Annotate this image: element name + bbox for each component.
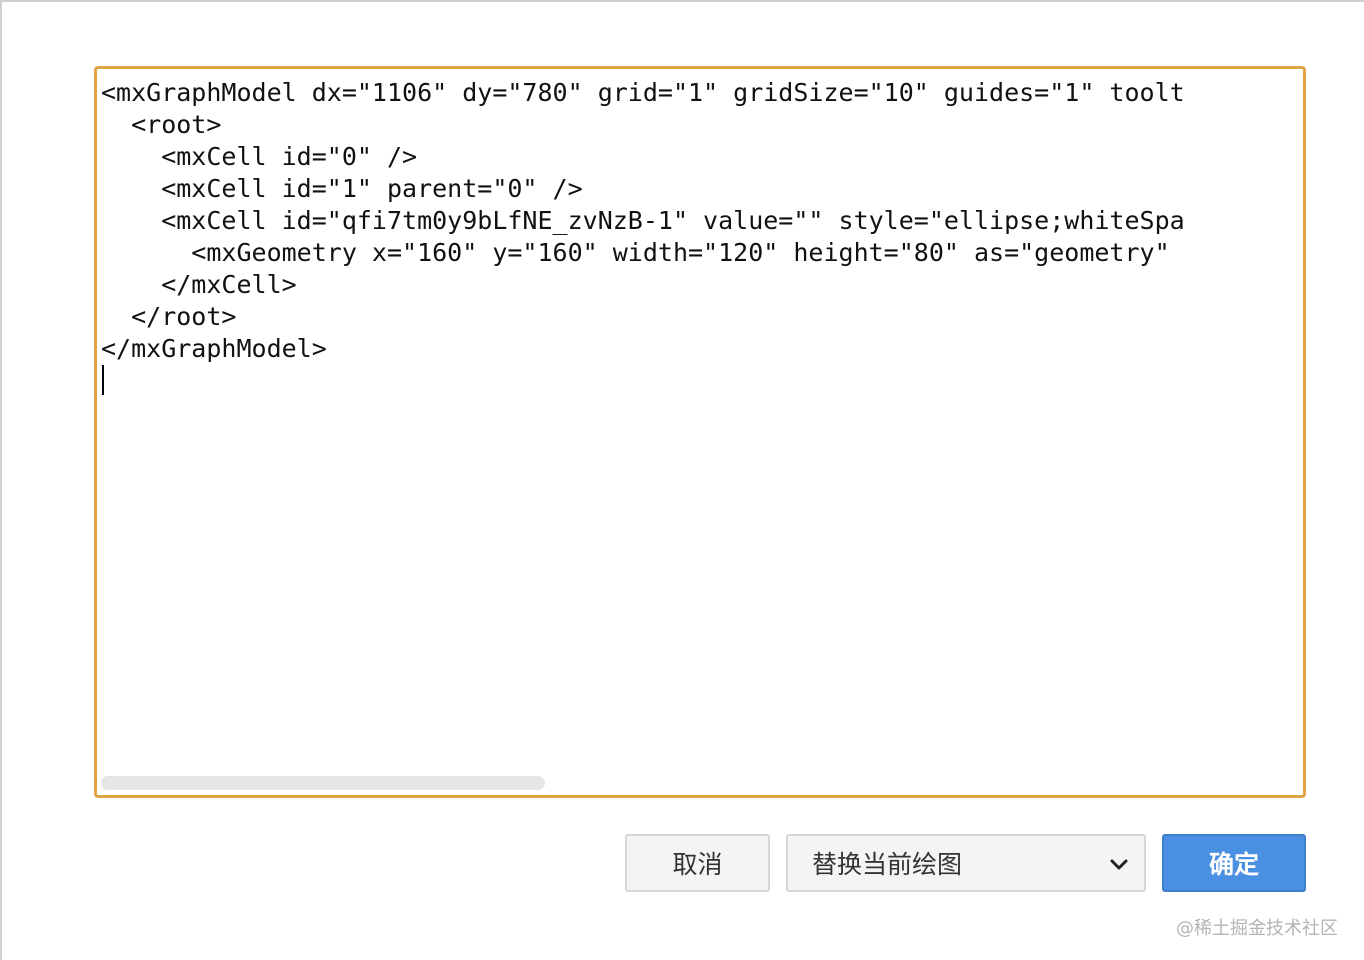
code-line: <root> [101, 110, 222, 139]
chevron-down-icon [1110, 859, 1128, 870]
code-line: <mxGeometry x="160" y="160" width="120" … [101, 238, 1170, 267]
code-line: </root> [101, 302, 237, 331]
horizontal-scrollbar-thumb[interactable] [101, 776, 545, 790]
text-caret [102, 365, 104, 395]
code-line: <mxCell id="0" /> [101, 142, 418, 171]
code-line: <mxGraphModel dx="1106" dy="780" grid="1… [101, 78, 1185, 107]
xml-code[interactable]: <mxGraphModel dx="1106" dy="780" grid="1… [101, 77, 1185, 365]
code-line: </mxCell> [101, 270, 297, 299]
cancel-button[interactable]: 取消 [625, 834, 770, 892]
replace-mode-selected-value: 替换当前绘图 [812, 850, 963, 879]
ok-button[interactable]: 确定 [1162, 834, 1306, 892]
replace-mode-select[interactable]: 替换当前绘图 [786, 834, 1146, 892]
horizontal-scrollbar[interactable] [101, 773, 1299, 791]
code-line: <mxCell id="qfi7tm0y9bLfNE_zvNzB-1" valu… [101, 206, 1185, 235]
watermark-text: @稀土掘金技术社区 [1176, 918, 1338, 939]
code-line: </mxGraphModel> [101, 334, 327, 363]
edit-diagram-dialog: <mxGraphModel dx="1106" dy="780" grid="1… [0, 0, 1364, 960]
xml-text-editor[interactable]: <mxGraphModel dx="1106" dy="780" grid="1… [94, 66, 1306, 798]
code-line: <mxCell id="1" parent="0" /> [101, 174, 583, 203]
